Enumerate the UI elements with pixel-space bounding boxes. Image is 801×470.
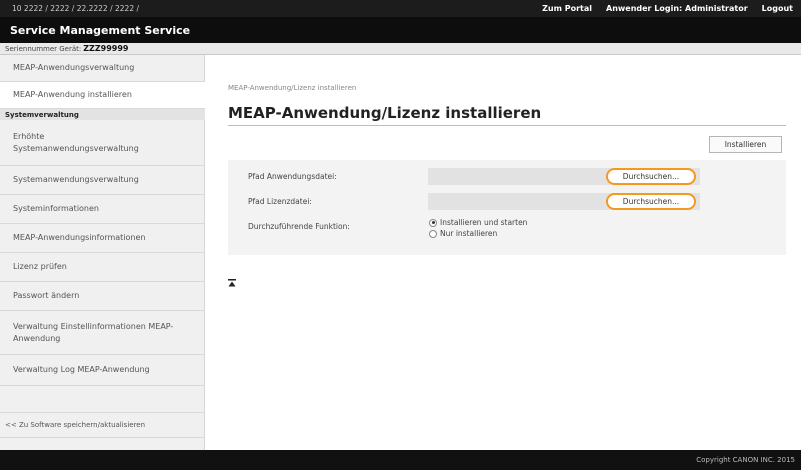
radio-install-and-start[interactable]: Installieren und starten [429,218,527,227]
install-form: Pfad Anwendungsdatei: Durchsuchen... Pfa… [228,160,786,255]
back-link-label: << Zu Software speichern/aktualisieren [5,421,146,429]
sidebar-section-system: Systemverwaltung [0,109,205,120]
sidebar-item-log[interactable]: Verwaltung Log MEAP-Anwendung [0,355,205,386]
sidebar-section-label: Systemverwaltung [5,110,79,119]
footer: Copyright CANON INC. 2015 [0,450,801,470]
sidebar-item-label: MEAP-Anwendungsverwaltung [13,63,135,72]
sidebar-item-label: Erhöhte Systemanwendungsverwaltung [13,131,139,153]
sidebar-item-meap-install[interactable]: MEAP-Anwendung installieren [0,82,205,109]
logout-link[interactable]: Logout [762,4,793,13]
sidebar-item-label: Passwort ändern [13,291,80,300]
top-bar: 10 2222 / 2222 / 22.2222 / 2222 / Zum Po… [0,0,801,17]
sidebar-item-meap-management[interactable]: MEAP-Anwendungsverwaltung [0,55,205,82]
main-content: MEAP-Anwendung/Lizenz installieren MEAP-… [206,55,801,450]
sidebar-item-label: Verwaltung Log MEAP-Anwendung [13,365,150,374]
app-title-bar: Service Management Service [0,17,801,43]
app-file-label: Pfad Anwendungsdatei: [248,172,337,181]
sidebar-item-settings-info[interactable]: Verwaltung Einstellinformationen MEAP-An… [0,311,205,355]
back-to-top-icon[interactable] [228,279,236,287]
sidebar-item-system-apps[interactable]: Systemanwendungsverwaltung [0,166,205,195]
portal-link[interactable]: Zum Portal [542,4,592,13]
radio-selected-icon [429,218,437,227]
page-title: MEAP-Anwendung/Lizenz installieren [228,104,542,122]
breadcrumb: MEAP-Anwendung/Lizenz installieren [228,84,357,92]
sidebar-item-meap-info[interactable]: MEAP-Anwendungsinformationen [0,224,205,253]
radio-unselected-icon [429,229,437,238]
sidebar-item-license-check[interactable]: Lizenz prüfen [0,253,205,282]
function-label: Durchzuführende Funktion: [248,222,350,231]
sidebar-item-system-info[interactable]: Systeminformationen [0,195,205,224]
app-title: Service Management Service [10,23,191,37]
back-to-software-link[interactable]: << Zu Software speichern/aktualisieren [0,412,205,438]
radio-label: Installieren und starten [440,218,528,227]
serial-value: ZZZ99999 [83,44,129,53]
radio-install-only[interactable]: Nur installieren [429,229,497,238]
browse-app-button[interactable]: Durchsuchen... [606,168,696,185]
license-file-label: Pfad Lizenzdatei: [248,197,312,206]
url-text: 10 2222 / 2222 / 22.2222 / 2222 / [12,4,139,13]
title-divider [228,125,786,126]
sidebar-item-label: Verwaltung Einstellinformationen MEAP-An… [13,321,174,343]
copyright-text: Copyright CANON INC. 2015 [696,456,795,464]
sidebar: MEAP-Anwendungsverwaltung MEAP-Anwendung… [0,55,205,450]
sidebar-item-enhanced-system-apps[interactable]: Erhöhte Systemanwendungsverwaltung [0,120,205,166]
sidebar-item-change-password[interactable]: Passwort ändern [0,282,205,311]
sidebar-item-label: Systeminformationen [13,204,99,213]
sidebar-item-label: MEAP-Anwendung installieren [13,90,132,99]
radio-label: Nur installieren [440,229,498,238]
login-info: Anwender Login: Administrator [606,4,748,13]
sidebar-item-label: Lizenz prüfen [13,262,67,271]
sidebar-item-label: Systemanwendungsverwaltung [13,175,139,184]
browse-license-button[interactable]: Durchsuchen... [606,193,696,210]
serial-label: Seriennummer Gerät: [5,44,82,53]
install-button[interactable]: Installieren [709,136,782,153]
serial-bar: Seriennummer Gerät: ZZZ99999 [0,43,801,55]
sidebar-item-label: MEAP-Anwendungsinformationen [13,233,146,242]
